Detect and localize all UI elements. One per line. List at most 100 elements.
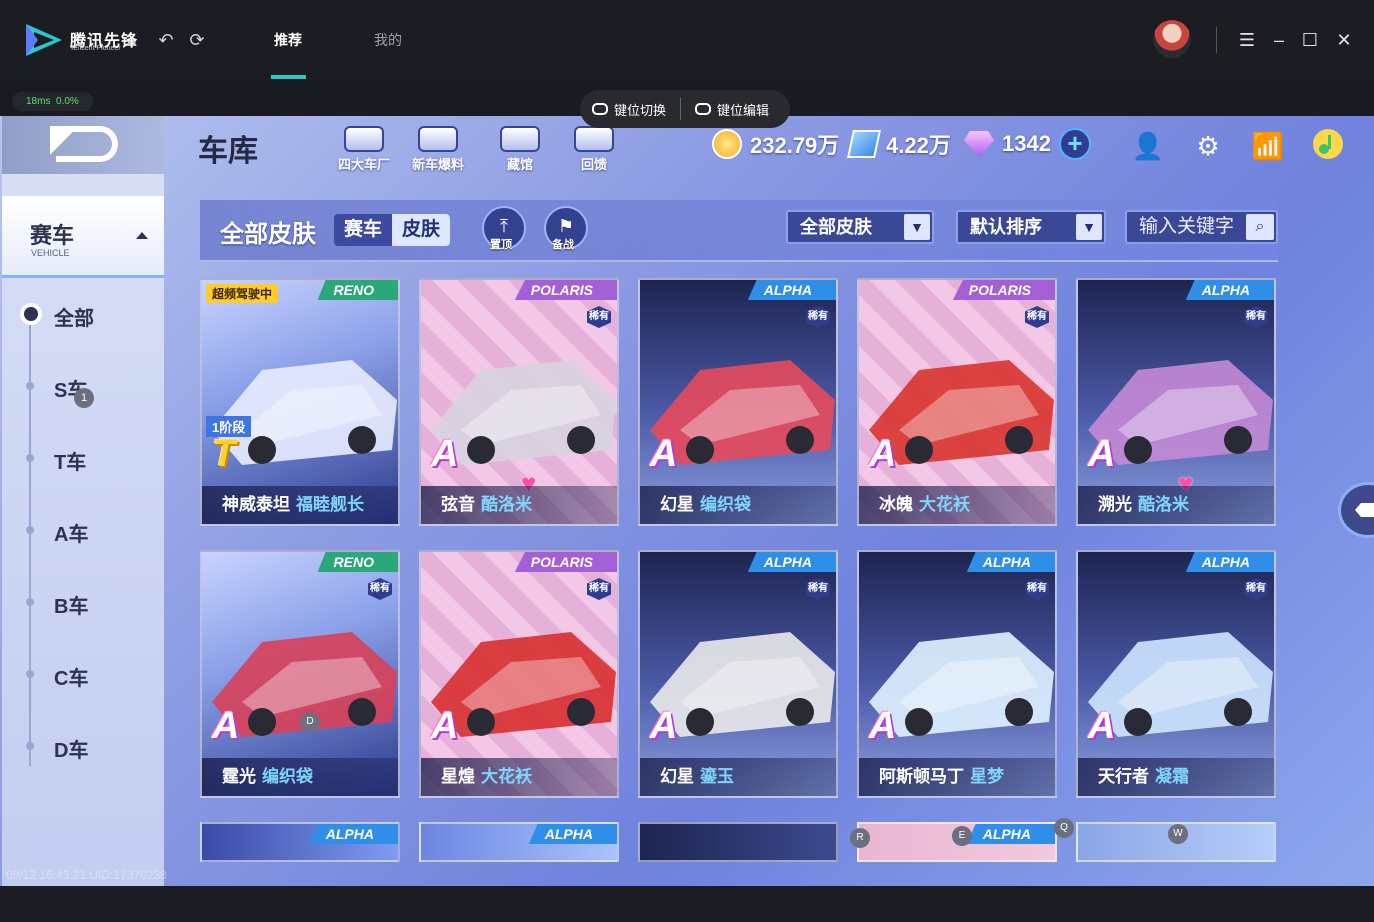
skin-card[interactable]: ALPHA 稀有 A 幻星 编织袋: [638, 278, 838, 526]
class-item-t[interactable]: T车: [54, 446, 86, 475]
skin-card[interactable]: RENO 稀有 A 霆光 编织袋: [200, 550, 400, 798]
grade-icon: A: [1088, 705, 1116, 747]
brand-tag: RENO: [317, 552, 398, 572]
undo-icon[interactable]: ↶: [156, 30, 176, 50]
grade-icon: A: [650, 705, 678, 747]
chevron-down-icon: ▼: [1076, 214, 1102, 240]
brand-tag: POLARIS: [514, 552, 617, 572]
backup-label: 备战: [552, 239, 574, 251]
skin-name: 编织袋: [700, 495, 751, 514]
friends-mail-icon[interactable]: 👤: [1130, 128, 1166, 164]
network-status: 18ms 0.0%: [12, 92, 93, 111]
grade-icon: A: [869, 433, 897, 475]
skin-card[interactable]: ALPHA 稀有 A 天行者 凝霜: [1076, 550, 1276, 798]
card-label: 幻星 编织袋: [640, 486, 836, 524]
skin-name: 星梦: [970, 767, 1004, 786]
brand-tag: ALPHA: [309, 824, 398, 844]
nav-rewards[interactable]: 回馈: [574, 126, 614, 173]
game-logo[interactable]: [2, 116, 164, 174]
class-item-all[interactable]: 全部: [54, 302, 94, 331]
brand-tag: ALPHA: [528, 824, 617, 844]
class-dot: [26, 382, 34, 390]
card-label: 溯光 酷洛米: [1078, 486, 1274, 524]
skin-card-partial[interactable]: ALPHA: [200, 822, 400, 862]
nav-collection[interactable]: 藏馆: [500, 126, 540, 173]
bottom-bar: [0, 886, 1374, 922]
card-label: 阿斯顿马丁 星梦: [859, 758, 1055, 796]
key-hint-bubble: Q: [1054, 818, 1074, 838]
skin-card[interactable]: RENO 超频驾驶中 1阶段 T 神威泰坦 福睦舰长: [200, 278, 400, 526]
class-item-b[interactable]: B车: [54, 590, 88, 619]
skin-card[interactable]: ALPHA 稀有 A ♥ 溯光 酷洛米: [1076, 278, 1276, 526]
title-bar: 腾讯先锋 Tencent Pioneer ↶ ⟳ 推荐 我的 ☰ – ☐ ✕: [0, 0, 1374, 80]
tab-mine[interactable]: 我的: [374, 30, 402, 50]
brand-tag: RENO: [317, 280, 398, 300]
gamepad-icon: [592, 103, 608, 115]
brand-tag: ALPHA: [747, 280, 836, 300]
brand-tag: POLARIS: [514, 280, 617, 300]
car-name: 星煌: [441, 767, 475, 786]
grade-icon: A: [431, 433, 459, 475]
avatar[interactable]: [1153, 20, 1191, 58]
key-edit-button[interactable]: 键位编辑: [695, 100, 769, 119]
uid-timestamp: 08/12 16:43:21 UID:17370238: [6, 868, 167, 882]
arrow-up-icon: ⤒: [500, 216, 508, 236]
maximize-icon[interactable]: ☐: [1297, 27, 1323, 53]
skin-card[interactable]: POLARIS 稀有 A 冰魄 大花袄: [857, 278, 1057, 526]
class-item-d[interactable]: D车: [54, 734, 88, 763]
flag-icon: ⚑: [557, 216, 575, 236]
coin-balance: 232.79万: [712, 128, 839, 160]
car-name: 霆光: [222, 767, 256, 786]
toggle-car[interactable]: 赛车: [334, 214, 393, 246]
search-icon[interactable]: ⌕: [1246, 214, 1274, 240]
nav-factories[interactable]: 四大车厂: [338, 126, 390, 173]
category-title: 赛车: [30, 223, 75, 248]
skin-card[interactable]: POLARIS 稀有 A ♥ 弦音 酷洛米: [419, 278, 619, 526]
key-hint-bubble: R: [850, 828, 870, 848]
minimize-icon[interactable]: –: [1266, 27, 1292, 53]
tab-recommend[interactable]: 推荐: [274, 30, 302, 50]
brand-tag: ALPHA: [966, 552, 1055, 572]
brand-tag: POLARIS: [952, 280, 1055, 300]
brand-tag: ALPHA: [1185, 280, 1274, 300]
skin-card-partial[interactable]: ALPHA: [419, 822, 619, 862]
skin-name: 大花袄: [919, 495, 970, 514]
factory-icon: [344, 126, 384, 152]
category-header[interactable]: 赛车 VEHICLE: [2, 196, 164, 278]
key-hint-bubble: D: [300, 712, 320, 732]
sort-dropdown[interactable]: 默认排序 ▼: [956, 210, 1106, 244]
selected-dot-icon: [20, 303, 42, 325]
class-item-a[interactable]: A车: [54, 518, 88, 547]
card-label: 幻星 鎏玉: [640, 758, 836, 796]
coupon-value: 4.22万: [886, 133, 951, 158]
class-dot: [26, 454, 34, 462]
car-name: 神威泰坦: [222, 495, 290, 514]
key-hint-bubble: E: [952, 826, 972, 846]
close-icon[interactable]: ✕: [1331, 27, 1357, 53]
car-icon: [500, 126, 540, 152]
nav-new-cars[interactable]: 新车爆料: [412, 126, 464, 173]
key-switch-label: 键位切换: [614, 102, 667, 118]
skin-name: 酷洛米: [481, 495, 532, 514]
skin-card[interactable]: ALPHA 稀有 A 阿斯顿马丁 星梦: [857, 550, 1057, 798]
brand-tag: ALPHA: [747, 552, 836, 572]
nav-label: 四大车厂: [338, 157, 391, 172]
add-gems-button[interactable]: +: [1058, 128, 1091, 160]
skin-card[interactable]: ALPHA 稀有 A 幻星 鎏玉: [638, 550, 838, 798]
gear-icon[interactable]: ⚙: [1190, 128, 1226, 164]
key-hint-bubble: W: [1168, 824, 1188, 844]
key-switch-button[interactable]: 键位切换: [592, 100, 666, 119]
skin-card[interactable]: POLARIS 稀有 A 星煌 大花袄: [419, 550, 619, 798]
search-input[interactable]: 输入关键字 ⌕: [1125, 210, 1278, 244]
card-label: 冰魄 大花袄: [859, 486, 1055, 524]
refresh-icon[interactable]: ⟳: [187, 30, 207, 50]
wifi-icon: 📶: [1251, 131, 1285, 161]
skin-filter-dropdown[interactable]: 全部皮肤 ▼: [786, 210, 934, 244]
toggle-skin[interactable]: 皮肤: [392, 214, 451, 246]
side-drawer-handle[interactable]: [1338, 482, 1374, 538]
music-icon[interactable]: [1310, 128, 1346, 164]
menu-icon[interactable]: ☰: [1234, 27, 1260, 53]
skin-card-partial[interactable]: [638, 822, 838, 862]
nav-label: 新车爆料: [412, 157, 465, 172]
class-item-c[interactable]: C车: [54, 662, 88, 691]
